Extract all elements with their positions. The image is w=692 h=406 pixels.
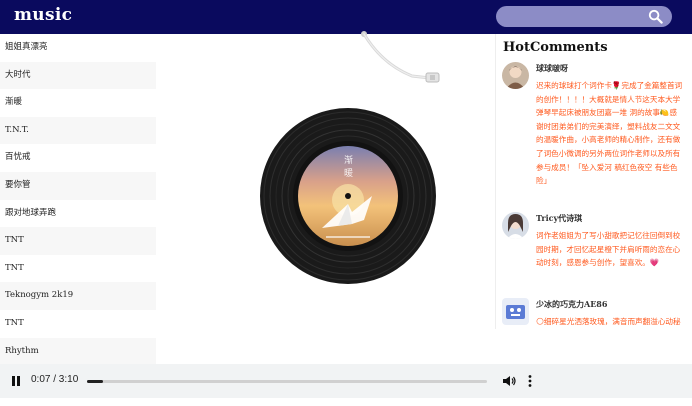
song-item[interactable]: 跟对地球弄跑 (0, 200, 156, 228)
cover-text-2: 暖 (344, 167, 353, 179)
song-item[interactable]: TNT (0, 255, 156, 283)
avatar[interactable] (502, 212, 529, 239)
comment-username[interactable]: Tricy代诗琪 (536, 213, 582, 224)
tonearm (361, 31, 440, 83)
song-item[interactable]: T.N.T. (0, 116, 156, 145)
cover-text-1: 渐 (344, 154, 353, 166)
song-list: 姐姐真漂亮 大时代 渐暖 T.N.T. 百忧戒 要你管 跟对地球弄跑 TNT TNT Teknog… (0, 34, 156, 364)
comment-text: 🌕细碎星光洒落玫瑰，满音而声翻溢心动秘密。🐝 刘耀文 🐝 暖芳的音唱让人陷入《渐… (536, 317, 681, 326)
song-item[interactable]: 大时代 (0, 61, 156, 90)
comment-username[interactable]: 球球啵呀 (536, 63, 568, 74)
song-item[interactable]: TNT (0, 227, 156, 255)
top-bar: music (0, 0, 692, 34)
progress-bar[interactable] (87, 380, 487, 383)
song-item[interactable]: 渐暖 (0, 89, 156, 117)
audio-player: 0:07 / 3:10 (0, 364, 692, 398)
more-options-icon[interactable] (526, 374, 534, 388)
progress-fill (87, 380, 103, 383)
volume-icon[interactable] (502, 374, 516, 388)
pause-icon[interactable] (9, 374, 23, 388)
avatar[interactable] (502, 298, 529, 325)
song-item[interactable]: TNT (0, 310, 156, 338)
time-display: 0:07 / 3:10 (31, 374, 79, 385)
search-box[interactable] (496, 6, 672, 27)
brand-logo[interactable]: music (14, 5, 72, 25)
song-item[interactable]: 百忧戒 (0, 144, 156, 172)
song-item[interactable]: Teknogym 2k19 (0, 282, 156, 310)
comment-text: 迟来的球球打个词作卡🌹完成了金篇整首词的创作！！！！大概就是情人节这天本大学弹琴… (536, 81, 683, 186)
comment-text: 词作老姐姐为了写小甜歌把记忆往回倒到校园时期，才回忆起星橙下并肩听雨的恋在心动时… (536, 231, 681, 268)
comment-username[interactable]: 少冰的巧克力AE86 (536, 299, 607, 310)
avatar[interactable] (502, 62, 529, 89)
song-item[interactable]: 要你管 (0, 171, 156, 200)
vinyl-record[interactable]: 渐 暖 (260, 108, 436, 284)
search-input[interactable] (506, 8, 636, 25)
hot-comments-panel: HotComments 球球啵呀 迟来的球球打个词作卡🌹完成了金篇整首词的创作！… (495, 34, 683, 329)
hot-comments-title: HotComments (503, 40, 608, 55)
song-item[interactable]: 姐姐真漂亮 (0, 34, 156, 62)
search-icon[interactable] (648, 9, 663, 24)
song-item[interactable]: Rhythm (0, 337, 156, 364)
